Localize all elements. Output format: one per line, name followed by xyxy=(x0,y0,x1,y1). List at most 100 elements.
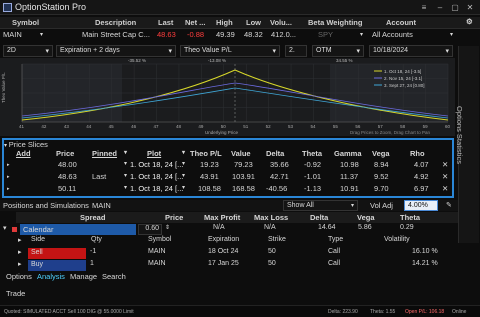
beta-dropdown-icon[interactable]: ▾ xyxy=(360,31,363,38)
slice-row-1[interactable]: ▸ 48.00 ▾ 1. Oct 18, 24 [... ▾ 19.23 79.… xyxy=(4,160,454,171)
pinned-dropdown-icon[interactable]: ▾ xyxy=(124,184,127,191)
leg-qty[interactable]: 1 xyxy=(90,260,94,267)
num-field[interactable]: 2. xyxy=(285,45,307,57)
pl-chart[interactable]: -35.52 % -13.08 % 34.55 % 41 42 43 44 45 46 47… xyxy=(0,58,455,136)
slice-price[interactable]: 48.00 xyxy=(58,160,77,169)
settings-icon[interactable]: ⚙ xyxy=(466,17,473,26)
tab-manage[interactable]: Manage xyxy=(70,272,97,281)
minimize-button[interactable]: – xyxy=(434,2,446,13)
col-vega[interactable]: Vega xyxy=(372,149,390,158)
row-expand-icon[interactable]: ▸ xyxy=(7,174,10,180)
plot-dropdown-icon[interactable]: ▾ xyxy=(182,172,185,179)
date-picker[interactable]: 10/18/2024 ▾ xyxy=(369,45,453,57)
leg-expiration[interactable]: 18 Oct 24 xyxy=(208,248,238,255)
remove-row-icon[interactable]: ✕ xyxy=(442,172,448,181)
remove-row-icon[interactable]: ✕ xyxy=(442,184,448,193)
slice-pinned[interactable]: Last xyxy=(92,172,106,181)
col-description[interactable]: Description xyxy=(95,18,136,27)
slice-price[interactable]: 48.63 xyxy=(58,172,77,181)
show-all-dropdown[interactable]: Show All ▾ xyxy=(283,200,358,211)
price-slices-title[interactable]: ▾ Price Slices xyxy=(4,140,48,149)
col-spread[interactable]: Spread xyxy=(80,213,105,222)
tab-search[interactable]: Search xyxy=(102,272,126,281)
leg-expiration[interactable]: 17 Jan 25 xyxy=(208,260,239,267)
symbol-dropdown-icon[interactable]: ▾ xyxy=(40,31,43,38)
slice-row-2[interactable]: ▸ 48.63 Last ▾ 1. Oct 18, 24 [... ▾ 43.9… xyxy=(4,172,454,183)
expiration-dropdown[interactable]: Expiration + 2 days ▾ xyxy=(56,45,176,57)
col-gamma[interactable]: Gamma xyxy=(334,149,362,158)
col-net[interactable]: Net ... xyxy=(185,18,205,27)
col-theo-pl[interactable]: Theo P/L xyxy=(190,149,222,158)
plot-dropdown-icon[interactable]: ▾ xyxy=(182,160,185,167)
pinned-dropdown-icon[interactable]: ▾ xyxy=(124,172,127,179)
col-beta[interactable]: Beta Weighting xyxy=(308,18,362,27)
col-theta[interactable]: Theta xyxy=(302,149,322,158)
leg-type[interactable]: Call xyxy=(328,248,340,255)
theo-dropdown[interactable]: Theo Value P/L ▾ xyxy=(180,45,280,57)
tab-analysis[interactable]: Analysis xyxy=(37,272,65,281)
calendar-spread[interactable]: Calendar xyxy=(20,224,136,235)
slice-row-3[interactable]: ▸ 50.11 ▾ 1. Oct 18, 24 [... ▾ 108.58 16… xyxy=(4,184,454,195)
calendar-price[interactable]: 0.60 xyxy=(138,224,162,235)
leg-strike[interactable]: 50 xyxy=(268,248,276,255)
row-expand-icon[interactable]: ▸ xyxy=(7,162,10,168)
col-high[interactable]: High xyxy=(216,18,233,27)
remove-row-icon[interactable]: ✕ xyxy=(442,160,448,169)
col-delta[interactable]: Delta xyxy=(266,149,284,158)
symbol-row[interactable]: MAIN ▾ Main Street Cap C... 48.63 -0.88 … xyxy=(0,29,480,41)
vol-adj-input[interactable]: 4.00% xyxy=(404,200,438,211)
leg-symbol[interactable]: MAIN xyxy=(148,260,166,267)
trade-label[interactable]: Trade xyxy=(6,289,25,298)
slice-plot[interactable]: 1. Oct 18, 24 [... xyxy=(130,160,183,169)
col-account[interactable]: Account xyxy=(386,18,416,27)
col-volume[interactable]: Volu... xyxy=(270,18,292,27)
row-expand-icon[interactable]: ▸ xyxy=(7,186,10,192)
col-last[interactable]: Last xyxy=(158,18,173,27)
symbol-value[interactable]: MAIN xyxy=(3,30,22,39)
close-button[interactable]: ✕ xyxy=(464,2,476,13)
pinned-dropdown-icon[interactable]: ▾ xyxy=(124,149,127,156)
col-plot[interactable]: Plot xyxy=(147,149,161,158)
col-symbol[interactable]: Symbol xyxy=(12,18,39,27)
pinned-dropdown-icon[interactable]: ▾ xyxy=(124,160,127,167)
col-price[interactable]: Price xyxy=(165,213,183,222)
options-statistics-tab[interactable]: Options Statistics xyxy=(455,46,479,243)
col-low[interactable]: Low xyxy=(246,18,261,27)
col-price[interactable]: Price xyxy=(56,149,74,158)
leg-symbol[interactable]: MAIN xyxy=(148,248,166,255)
col-theta[interactable]: Theta xyxy=(400,213,420,222)
plot-dropdown-icon[interactable]: ▾ xyxy=(182,149,185,156)
leg-qty[interactable]: -1 xyxy=(90,248,96,255)
price-stepper-icon[interactable]: ⇕ xyxy=(165,224,170,231)
maximize-button[interactable]: ▢ xyxy=(449,2,461,13)
otm-dropdown[interactable]: OTM ▾ xyxy=(312,45,364,57)
view-dropdown[interactable]: 2D ▾ xyxy=(3,45,53,57)
plot-dropdown-icon[interactable]: ▾ xyxy=(182,184,185,191)
account-value[interactable]: All Accounts xyxy=(372,30,413,39)
col-rho[interactable]: Rho xyxy=(410,149,425,158)
slice-plot[interactable]: 1. Oct 18, 24 [... xyxy=(130,172,183,181)
pencil-icon[interactable]: ✎ xyxy=(446,201,452,209)
slice-price[interactable]: 50.11 xyxy=(58,184,76,193)
col-max-profit[interactable]: Max Profit xyxy=(204,213,240,222)
expand-icon[interactable]: ▸ xyxy=(18,248,22,256)
leg-side-sell[interactable]: Sell xyxy=(28,248,86,259)
tab-options[interactable]: Options xyxy=(6,272,32,281)
col-value[interactable]: Value xyxy=(231,149,251,158)
calendar-row[interactable]: ▾ Calendar 0.60 ⇕ N/A N/A 14.64 5.86 0.2… xyxy=(0,224,458,235)
col-pinned[interactable]: Pinned xyxy=(92,149,117,158)
slice-plot[interactable]: 1. Oct 18, 24 [... xyxy=(130,184,183,193)
beta-value[interactable]: SPY xyxy=(318,30,333,39)
leg-row-1[interactable]: ▸ Sell -1 MAIN 18 Oct 24 50 Call 16.10 % xyxy=(0,248,458,259)
leg-strike[interactable]: 50 xyxy=(268,260,276,267)
col-max-loss[interactable]: Max Loss xyxy=(254,213,288,222)
col-add[interactable]: Add xyxy=(16,149,31,158)
leg-type[interactable]: Call xyxy=(328,260,340,267)
col-vega[interactable]: Vega xyxy=(357,213,375,222)
menu-icon[interactable]: ≡ xyxy=(418,2,430,13)
expand-icon[interactable]: ▾ xyxy=(3,224,7,232)
expand-icon[interactable]: ▸ xyxy=(18,260,22,268)
expand-icon[interactable]: ▸ xyxy=(18,236,22,244)
account-dropdown-icon[interactable]: ▾ xyxy=(450,31,453,38)
col-delta[interactable]: Delta xyxy=(310,213,328,222)
